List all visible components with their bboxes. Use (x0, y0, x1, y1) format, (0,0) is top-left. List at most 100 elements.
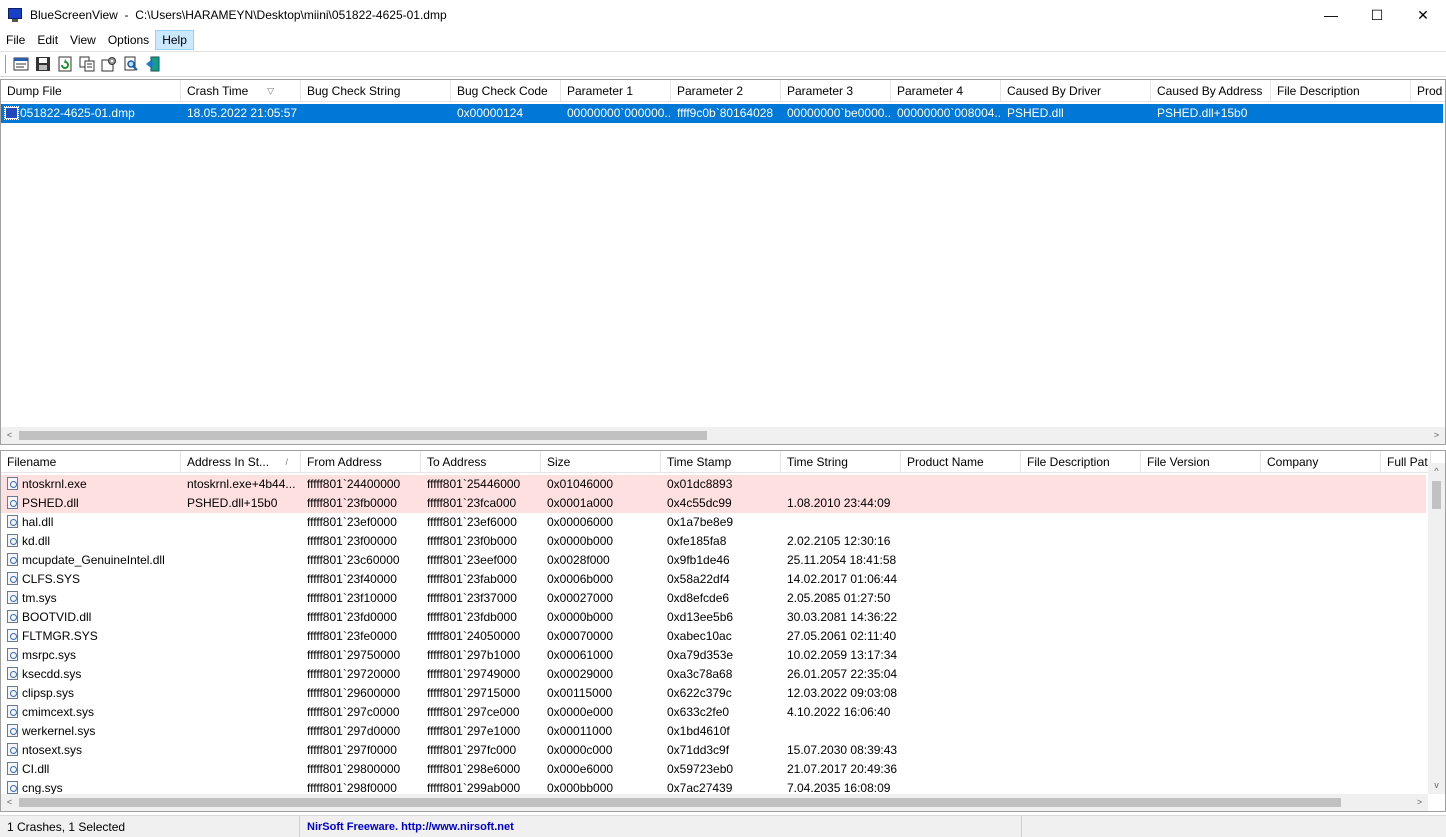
driver-file-icon (7, 686, 18, 699)
crash-list-hscrollbar[interactable]: < > (1, 427, 1445, 444)
driver-row[interactable]: msrpc.sys fffff801`29750000 fffff801`297b1… (1, 646, 1426, 665)
maximize-button[interactable]: ☐ (1354, 0, 1400, 30)
col-caused-by-address[interactable]: Caused By Address (1151, 80, 1271, 102)
col-full-path[interactable]: Full Pat (1381, 451, 1431, 473)
driver-filename: ntosext.sys (1, 741, 181, 760)
driver-row[interactable]: BOOTVID.dll fffff801`23fd0000 fffff801`23f… (1, 608, 1426, 627)
col-time-stamp[interactable]: Time Stamp (661, 451, 781, 473)
refresh-button[interactable] (54, 53, 76, 75)
advanced-options-button[interactable] (98, 53, 120, 75)
col-product-name[interactable]: Product Name (901, 451, 1021, 473)
driver-filename: msrpc.sys (1, 646, 181, 665)
save-icon (36, 57, 50, 71)
col-time-string[interactable]: Time String (781, 451, 901, 473)
driver-address-in-stack (181, 722, 301, 741)
col-company[interactable]: Company (1261, 451, 1381, 473)
menu-file[interactable]: File (0, 30, 31, 50)
minimize-button[interactable]: — (1308, 0, 1354, 30)
driver-row[interactable]: clipsp.sys fffff801`29600000 fffff801`2971… (1, 684, 1426, 703)
driver-row[interactable]: tm.sys fffff801`23f10000 fffff801`23f37000… (1, 589, 1426, 608)
driver-size: 0x00027000 (547, 591, 614, 605)
col-parameter-1[interactable]: Parameter 1 (561, 80, 671, 102)
nirsoft-link[interactable]: NirSoft Freeware. http://www.nirsoft.net (300, 816, 1022, 837)
close-button[interactable]: ✕ (1400, 0, 1446, 30)
driver-filename: mcupdate_GenuineIntel.dll (1, 551, 181, 570)
col-to-address[interactable]: To Address (421, 451, 541, 473)
driver-row[interactable]: CI.dll fffff801`29800000 fffff801`298e6000… (1, 760, 1426, 779)
properties-icon (13, 57, 29, 71)
driver-from-address: fffff801`29800000 (307, 762, 401, 776)
exit-button[interactable] (142, 53, 164, 75)
menu-view[interactable]: View (64, 30, 102, 50)
scroll-left-icon[interactable]: < (1, 427, 18, 444)
driver-address-in-stack (181, 646, 301, 665)
status-empty-panel (1022, 816, 1446, 837)
scroll-left-icon[interactable]: < (1, 794, 18, 811)
col-crash-time[interactable]: Crash Time ▽ (181, 80, 301, 102)
col-address-in-stack[interactable]: Address In St... / (181, 451, 301, 473)
copy-button[interactable] (76, 53, 98, 75)
col-filename[interactable]: Filename (1, 451, 181, 473)
driver-address-in-stack (181, 741, 301, 760)
vscroll-thumb[interactable] (1432, 481, 1441, 509)
driver-row[interactable]: werkernel.sys fffff801`297d0000 fffff801`2… (1, 722, 1426, 741)
crash-list[interactable]: Dump File Crash Time ▽ Bug Check String B… (0, 79, 1446, 445)
col-dump-file[interactable]: Dump File (1, 80, 181, 102)
scroll-right-icon[interactable]: > (1411, 794, 1428, 811)
col-file-version[interactable]: File Version (1141, 451, 1261, 473)
driver-row[interactable]: PSHED.dll PSHED.dll+15b0 fffff801`23fb0000… (1, 494, 1426, 513)
driver-from-address: fffff801`29600000 (307, 686, 401, 700)
hscroll-thumb[interactable] (19, 431, 707, 440)
driver-file-icon (7, 781, 18, 794)
driver-row[interactable]: kd.dll fffff801`23f00000 fffff801`23f0b000… (1, 532, 1426, 551)
col-parameter-3[interactable]: Parameter 3 (781, 80, 891, 102)
properties-button[interactable] (10, 53, 32, 75)
driver-list-vscrollbar[interactable]: ^ v (1428, 463, 1445, 794)
driver-time-stamp: 0x633c2fe0 (667, 705, 730, 719)
col-from-address[interactable]: From Address (301, 451, 421, 473)
dump-file-icon (4, 106, 19, 120)
driver-row[interactable]: FLTMGR.SYS fffff801`23fe0000 fffff801`2405… (1, 627, 1426, 646)
driver-row[interactable]: ksecdd.sys fffff801`29720000 fffff801`2974… (1, 665, 1426, 684)
menu-help[interactable]: Help (155, 30, 194, 50)
driver-from-address: fffff801`23fe0000 (307, 629, 397, 643)
driver-address-in-stack (181, 627, 301, 646)
col-bug-check-string[interactable]: Bug Check String (301, 80, 451, 102)
driver-time-string: 26.01.2057 22:35:04 (787, 667, 898, 681)
driver-list-header: Filename Address In St... / From Address … (1, 451, 1431, 473)
col-parameter-2[interactable]: Parameter 2 (671, 80, 781, 102)
driver-row[interactable]: ntoskrnl.exe ntoskrnl.exe+4b44... fffff801… (1, 475, 1426, 494)
crash-parameter-4: 00000000`008004... (897, 106, 1001, 120)
driver-file-icon (7, 553, 18, 566)
crash-time: 18.05.2022 21:05:57 (187, 106, 298, 120)
driver-row[interactable]: cmimcext.sys fffff801`297c0000 fffff801`29… (1, 703, 1426, 722)
menu-edit[interactable]: Edit (31, 30, 64, 50)
crash-parameter-3: 00000000`be0000... (787, 106, 891, 120)
hscroll-thumb[interactable] (19, 798, 1341, 807)
col-bug-check-code[interactable]: Bug Check Code (451, 80, 561, 102)
find-button[interactable] (120, 53, 142, 75)
scroll-up-icon[interactable]: ^ (1428, 463, 1445, 480)
driver-row[interactable]: ntosext.sys fffff801`297f0000 fffff801`297… (1, 741, 1426, 760)
driver-list-hscrollbar[interactable]: < > (1, 794, 1428, 811)
col-size[interactable]: Size (541, 451, 661, 473)
menu-options[interactable]: Options (102, 30, 155, 50)
driver-row[interactable]: hal.dll fffff801`23ef0000 fffff801`23ef600… (1, 513, 1426, 532)
driver-to-address: fffff801`29749000 (427, 667, 521, 681)
col-file-description[interactable]: File Description (1021, 451, 1141, 473)
driver-row[interactable]: CLFS.SYS fffff801`23f40000 fffff801`23fab0… (1, 570, 1426, 589)
col-parameter-4[interactable]: Parameter 4 (891, 80, 1001, 102)
scroll-down-icon[interactable]: v (1428, 777, 1445, 794)
driver-to-address: fffff801`297e1000 (427, 724, 521, 738)
driver-list[interactable]: Filename Address In St... / From Address … (0, 450, 1446, 812)
driver-from-address: fffff801`29750000 (307, 648, 401, 662)
driver-row[interactable]: mcupdate_GenuineIntel.dll fffff801`23c600… (1, 551, 1426, 570)
col-product[interactable]: Prod (1411, 80, 1445, 102)
crash-row[interactable]: 051822-4625-01.dmp 18.05.2022 21:05:57 0… (1, 104, 1443, 123)
driver-time-string (781, 475, 901, 494)
col-file-description[interactable]: File Description (1271, 80, 1411, 102)
col-caused-by-driver[interactable]: Caused By Driver (1001, 80, 1151, 102)
driver-address-in-stack (181, 760, 301, 779)
scroll-right-icon[interactable]: > (1428, 427, 1445, 444)
save-button[interactable] (32, 53, 54, 75)
